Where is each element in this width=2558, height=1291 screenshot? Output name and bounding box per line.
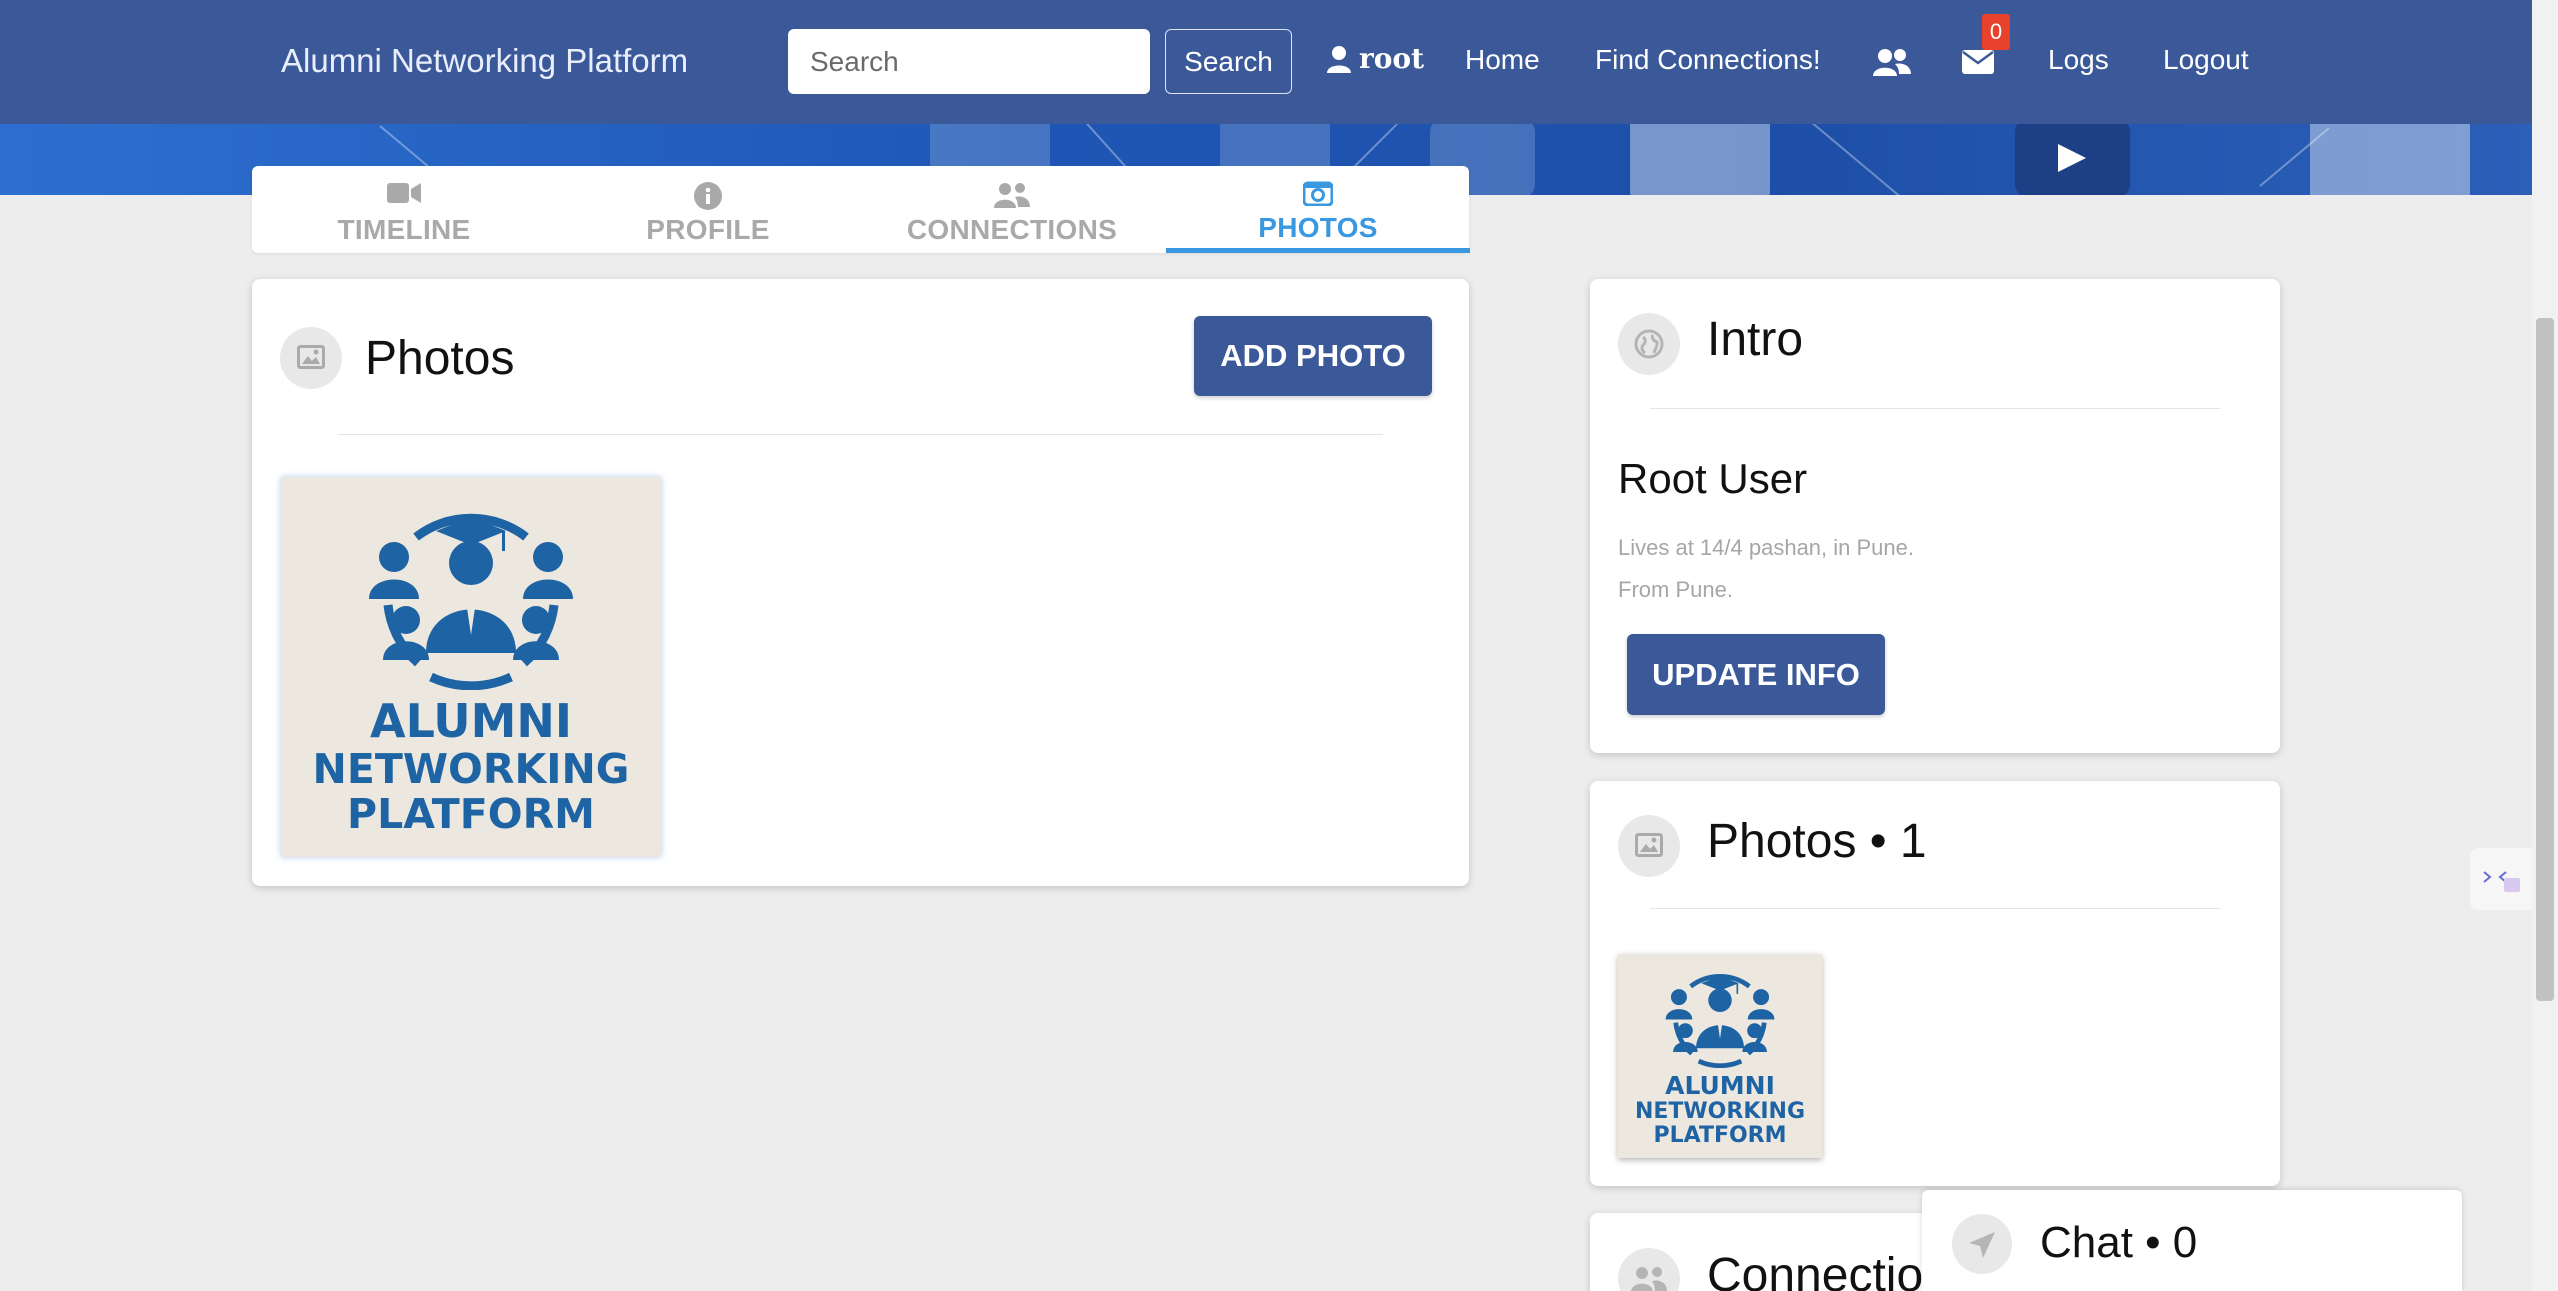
nav-logout-link[interactable]: Logout bbox=[2163, 44, 2249, 76]
side-photo-thumbnail[interactable]: ALUMNI NETWORKING PLATFORM bbox=[1618, 954, 1822, 1158]
side-photos-card-title: Photos • 1 bbox=[1707, 815, 1927, 868]
video-camera-icon bbox=[387, 183, 421, 203]
nav-home-link[interactable]: Home bbox=[1465, 44, 1540, 76]
side-widget-tab[interactable] bbox=[2470, 848, 2532, 910]
tab-timeline[interactable]: TIMELINE bbox=[252, 166, 556, 253]
globe-icon bbox=[1618, 313, 1680, 375]
photos-card-title: Photos bbox=[365, 332, 515, 385]
tab-label: TIMELINE bbox=[337, 214, 471, 245]
photos-card: Photos ADD PHOTO ALUMNI NETWORKING PLATF… bbox=[252, 279, 1469, 886]
search-button[interactable]: Search bbox=[1165, 29, 1292, 94]
brand-title[interactable]: Alumni Networking Platform bbox=[281, 42, 688, 80]
info-circle-icon bbox=[694, 182, 722, 210]
users-icon bbox=[1618, 1248, 1680, 1291]
tab-connections[interactable]: CONNECTIONS bbox=[860, 166, 1164, 253]
camera-icon bbox=[1303, 181, 1333, 206]
code-icon bbox=[2483, 871, 2520, 892]
divider bbox=[338, 434, 1383, 435]
photo-logo-line3: PLATFORM bbox=[347, 789, 595, 838]
image-icon bbox=[1618, 815, 1680, 877]
nav-user-link[interactable]: root bbox=[1327, 42, 1424, 75]
image-icon bbox=[280, 327, 342, 389]
user-icon bbox=[1327, 45, 1351, 73]
navbar: Alumni Networking Platform Search root H… bbox=[0, 0, 2532, 124]
nav-find-connections-link[interactable]: Find Connections! bbox=[1595, 44, 1821, 76]
chat-widget[interactable]: Chat • 0 bbox=[1922, 1190, 2462, 1291]
chat-label: Chat • 0 bbox=[2040, 1218, 2198, 1267]
nav-username: root bbox=[1359, 42, 1425, 75]
photo-logo-line1: ALUMNI bbox=[369, 694, 572, 748]
update-info-button[interactable]: UPDATE INFO bbox=[1627, 634, 1885, 715]
intro-lives: Lives at 14/4 pashan, in Pune. bbox=[1618, 535, 1914, 560]
photo-thumbnail[interactable]: ALUMNI NETWORKING PLATFORM bbox=[281, 477, 661, 857]
add-photo-button[interactable]: ADD PHOTO bbox=[1194, 316, 1432, 396]
side-photos-card: Photos • 1 ALUMNI NETWORKING PLATFORM bbox=[1590, 781, 2280, 1186]
alumni-logo-icon bbox=[1665, 974, 1775, 1068]
profile-tabs: TIMELINE PROFILE CONNECTIONS PHOTOS bbox=[252, 166, 1470, 253]
photo-logo-line2: NETWORKING bbox=[312, 744, 630, 793]
divider bbox=[1650, 408, 2220, 409]
tab-label: CONNECTIONS bbox=[906, 214, 1118, 245]
messages-badge: 0 bbox=[1982, 14, 2010, 50]
scrollbar-thumb[interactable] bbox=[2536, 318, 2554, 1001]
intro-name: Root User bbox=[1618, 455, 1808, 502]
tab-label: PHOTOS bbox=[1258, 212, 1378, 243]
alumni-logo-icon bbox=[369, 513, 573, 690]
divider bbox=[1650, 908, 2220, 909]
tab-label: PROFILE bbox=[646, 214, 770, 245]
nav-logs-link[interactable]: Logs bbox=[2048, 44, 2109, 76]
tab-profile[interactable]: PROFILE bbox=[556, 166, 860, 253]
side-photo-logo-line1: ALUMNI bbox=[1665, 1071, 1775, 1100]
side-photo-logo-line2: NETWORKING bbox=[1634, 1098, 1806, 1124]
envelope-icon[interactable] bbox=[1962, 50, 1994, 74]
friends-icon[interactable] bbox=[1873, 48, 1911, 76]
side-photo-logo-line3: PLATFORM bbox=[1653, 1122, 1787, 1148]
paper-plane-icon bbox=[1952, 1214, 2012, 1274]
users-icon bbox=[994, 183, 1030, 208]
tab-photos[interactable]: PHOTOS bbox=[1166, 166, 1470, 253]
intro-from: From Pune. bbox=[1618, 577, 1733, 602]
search-input[interactable] bbox=[788, 29, 1150, 94]
intro-card-title: Intro bbox=[1707, 313, 1804, 366]
